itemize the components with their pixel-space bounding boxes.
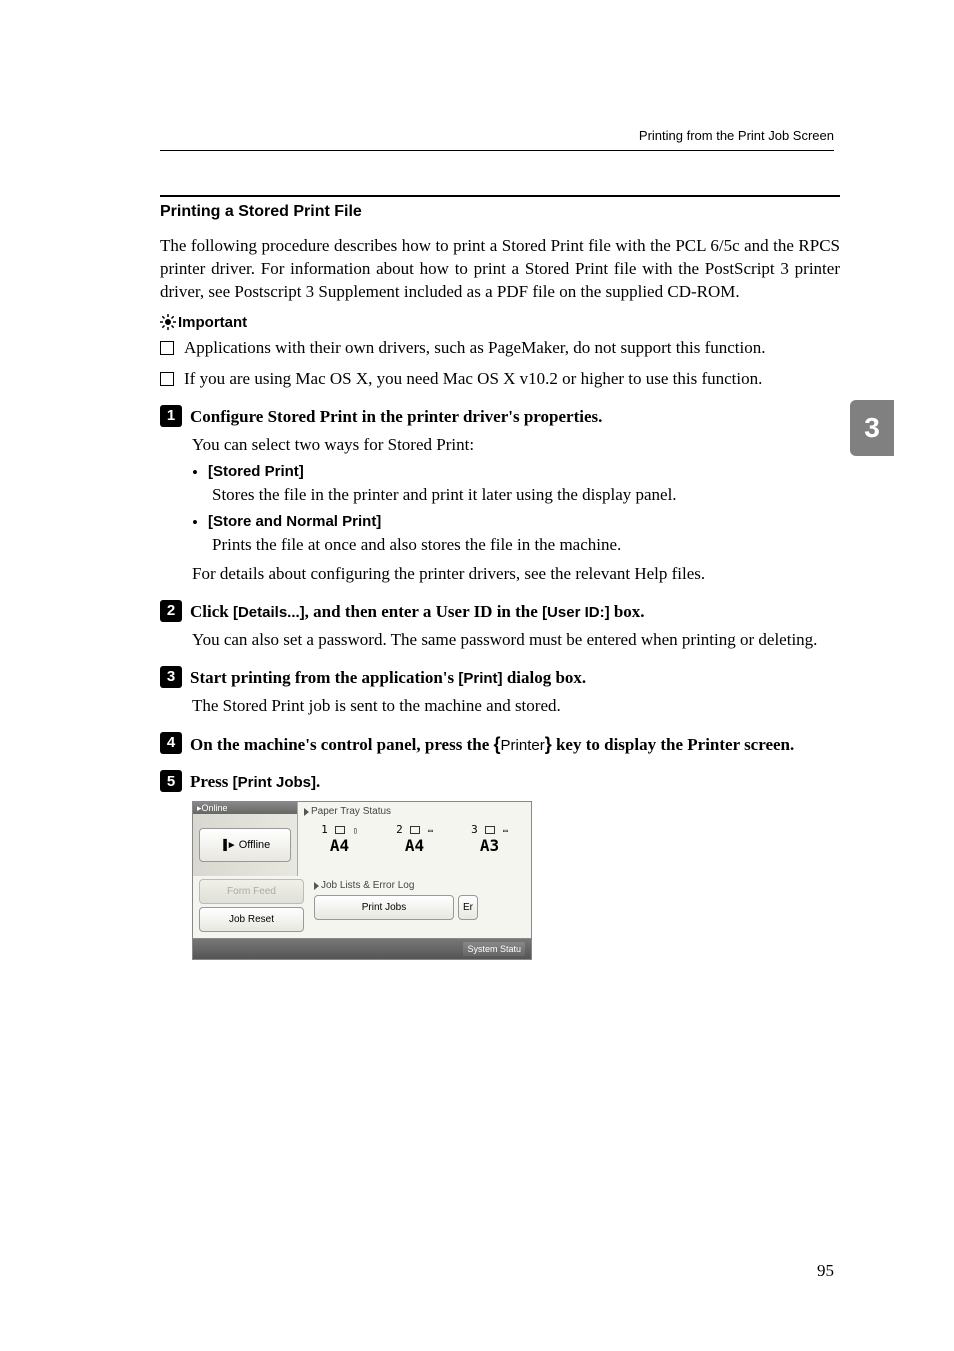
error-button[interactable]: Er (458, 895, 478, 920)
option-2-desc: Prints the file at once and also stores … (212, 535, 840, 555)
triangle-icon (314, 882, 319, 890)
triangle-icon (304, 808, 309, 816)
step-2-post: box. (610, 602, 645, 621)
checkbox-icon (160, 341, 174, 355)
form-feed-button: Form Feed (199, 879, 304, 904)
step-4-key: Printer (501, 737, 545, 754)
important-text-2: If you are using Mac OS X, you need Mac … (184, 368, 840, 391)
important-heading: Important (160, 314, 840, 331)
step-3-bold1: [Print] (458, 670, 502, 687)
tray-3: 3 ▭ A3 (471, 823, 508, 855)
step-2-mid: , and then enter a User ID in the (305, 602, 542, 621)
tray-row: 1 ▯ A4 2 ▭ A4 3 ▭ A3 (300, 819, 529, 869)
step-number-3: 3 (160, 666, 182, 688)
bullet-dot: • (192, 513, 198, 533)
important-item-2: If you are using Mac OS X, you need Mac … (160, 368, 840, 391)
option-2-label: [Store and Normal Print] (208, 513, 381, 533)
intro-paragraph: The following procedure describes how to… (160, 235, 840, 304)
step-3: 3 Start printing from the application's … (160, 666, 840, 689)
job-reset-button[interactable]: Job Reset (199, 907, 304, 932)
tray-status-heading: Paper Tray Status (300, 804, 529, 819)
step-5-bold1: [Print Jobs] (233, 774, 316, 791)
step-1-option-1: • [Stored Print] (192, 463, 840, 483)
step-1-footer: For details about configuring the printe… (192, 563, 840, 586)
step-2-bold1: [Details...] (233, 604, 305, 621)
offline-label: Offline (239, 839, 271, 851)
tray-2: 2 ▭ A4 (396, 823, 433, 855)
step-number-2: 2 (160, 600, 182, 622)
step-number-4: 4 (160, 732, 182, 754)
system-status-button[interactable]: System Statu (463, 942, 525, 956)
checkbox-icon (160, 372, 174, 386)
step-3-body: The Stored Print job is sent to the mach… (192, 695, 840, 718)
tray-icon (335, 826, 345, 834)
step-5: 5 Press [Print Jobs]. (160, 770, 840, 793)
step-4-post: key to display the Printer screen. (552, 735, 795, 754)
offline-button[interactable]: ▐►Offline (199, 828, 291, 862)
important-icon (160, 314, 176, 330)
main-content: Printing a Stored Print File The followi… (160, 195, 840, 960)
tray-icon (410, 826, 420, 834)
tray-1: 1 ▯ A4 (321, 823, 358, 855)
header-breadcrumb: Printing from the Print Job Screen (639, 128, 834, 143)
bracket-open: { (494, 734, 501, 754)
step-2-title: Click [Details...], and then enter a Use… (190, 600, 645, 623)
step-2-body: You can also set a password. The same pa… (192, 629, 840, 652)
step-4: 4 On the machine's control panel, press … (160, 732, 840, 756)
print-jobs-button[interactable]: Print Jobs (314, 895, 454, 920)
tray-2-size: A4 (396, 836, 433, 855)
system-status-bar: System Statu (193, 938, 531, 959)
printer-panel-screenshot: ▸Online ▐►Offline Paper Tray Status 1 ▯ … (192, 801, 532, 960)
job-lists-text: Job Lists & Error Log (321, 880, 414, 891)
offline-arrow-icon: ▐► (220, 840, 237, 851)
step-4-pre: On the machine's control panel, press th… (190, 735, 494, 754)
tray-2-num: 2 (396, 823, 403, 836)
page-number: 95 (817, 1261, 834, 1281)
step-5-pre: Press (190, 772, 233, 791)
step-4-title: On the machine's control panel, press th… (190, 732, 794, 756)
option-1-label: [Stored Print] (208, 463, 304, 483)
step-1-title: Configure Stored Print in the printer dr… (190, 405, 602, 428)
step-1: 1 Configure Stored Print in the printer … (160, 405, 840, 428)
step-number-1: 1 (160, 405, 182, 427)
step-2-pre: Click (190, 602, 233, 621)
online-tab: ▸Online (193, 802, 297, 814)
step-5-title: Press [Print Jobs]. (190, 770, 320, 793)
step-2: 2 Click [Details...], and then enter a U… (160, 600, 840, 623)
tray-status-text: Paper Tray Status (311, 806, 391, 817)
tray-1-size: A4 (321, 836, 358, 855)
option-1-desc: Stores the file in the printer and print… (212, 485, 840, 505)
bullet-dot: • (192, 463, 198, 483)
tray-3-size: A3 (471, 836, 508, 855)
tray-icon (485, 826, 495, 834)
bracket-close: } (545, 734, 552, 754)
step-3-post: dialog box. (503, 668, 587, 687)
step-3-title: Start printing from the application's [P… (190, 666, 586, 689)
important-text-1: Applications with their own drivers, suc… (184, 337, 840, 360)
step-number-5: 5 (160, 770, 182, 792)
step-1-option-2: • [Store and Normal Print] (192, 513, 840, 533)
chapter-tab: 3 (850, 400, 894, 456)
step-5-post: . (316, 772, 320, 791)
section-title: Printing a Stored Print File (160, 195, 840, 221)
header-divider (160, 150, 834, 151)
step-3-pre: Start printing from the application's (190, 668, 458, 687)
job-lists-heading: Job Lists & Error Log (310, 876, 531, 893)
tray-1-num: 1 (321, 823, 328, 836)
step-1-body: You can select two ways for Stored Print… (192, 434, 840, 457)
tray-3-num: 3 (471, 823, 478, 836)
important-item-1: Applications with their own drivers, suc… (160, 337, 840, 360)
important-label-text: Important (178, 314, 247, 331)
step-2-bold2: [User ID:] (542, 604, 610, 621)
